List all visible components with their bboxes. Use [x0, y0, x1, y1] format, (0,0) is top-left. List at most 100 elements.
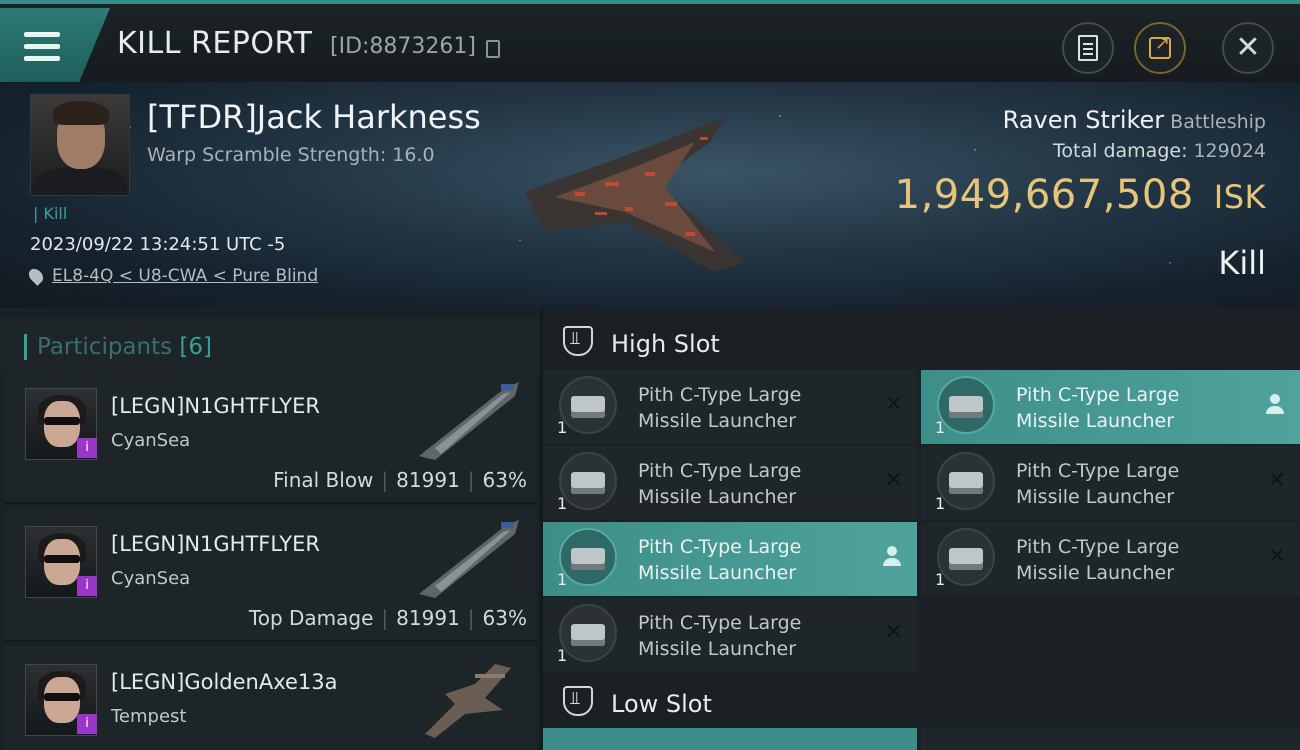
menu-button[interactable] [0, 8, 110, 82]
module-name-line1: Pith C-Type Large [638, 384, 802, 406]
module-name: Pith C-Type Large Missile Launcher [638, 382, 868, 434]
kill-tag-label: Kill [43, 204, 68, 223]
module-quantity: 1 [557, 418, 568, 437]
module-name: Pith C-Type Large Missile Launcher [1016, 458, 1246, 510]
participant-damage: 81991 [396, 468, 460, 492]
module-item[interactable]: 1 Pith C-Type Large Missile Launcher ✕ [543, 446, 917, 520]
module-name-line1: Pith C-Type Large [638, 536, 802, 558]
participant-percent: 63% [482, 468, 527, 492]
participant-ship-image [425, 664, 511, 738]
module-name: Pith C-Type Large Missile Launcher [1016, 534, 1246, 586]
menu-icon [24, 32, 60, 62]
missile-launcher-icon [559, 604, 617, 662]
destroyed-x-icon: ✕ [1267, 468, 1286, 493]
victim-portrait[interactable] [30, 94, 130, 196]
participant-percent: 63% [482, 606, 527, 630]
participant-name: [LEGN]N1GHTFLYER [111, 532, 320, 556]
module-item[interactable]: 1 Pith C-Type Large Missile Launcher ✕ [543, 370, 917, 444]
total-damage: Total damage: 129024 [1053, 140, 1266, 162]
clipboard-icon [1078, 35, 1098, 61]
info-badge[interactable]: i [77, 714, 97, 734]
kill-location[interactable]: EL8-4Q < U8-CWA < Pure Blind [26, 266, 318, 286]
participant-role: Final Blow [273, 468, 374, 492]
info-badge[interactable]: i [77, 576, 97, 596]
participants-title: Participants [6] [24, 334, 212, 360]
module-name-line2: Missile Launcher [638, 562, 797, 584]
isk-value: 1,949,667,508 ISK [895, 172, 1266, 218]
participants-count: [6] [179, 334, 213, 360]
close-button[interactable]: ✕ [1222, 22, 1274, 74]
participants-label: Participants [37, 334, 173, 360]
module-quantity: 1 [935, 570, 946, 589]
participant-ship: Tempest [111, 706, 187, 727]
module-item[interactable]: 1 Pith C-Type Large Missile Launcher ✕ [543, 598, 917, 672]
module-quantity: 1 [557, 646, 568, 665]
missile-launcher-icon [937, 452, 995, 510]
info-badge[interactable]: i [77, 438, 97, 458]
high-slot-header: High Slot [543, 312, 1300, 372]
module-name: Pith C-Type Large Missile Launcher [638, 610, 868, 662]
module-name-line2: Missile Launcher [638, 410, 797, 432]
participant-ship-image [419, 520, 519, 598]
participant-row[interactable]: i [LEGN]N1GHTFLYER CyanSea Final Blow | 81… [5, 370, 537, 504]
ship-class: Battleship [1170, 111, 1266, 133]
report-id: [ID:8873261] [330, 34, 476, 59]
kill-datetime: 2023/09/22 13:24:51 UTC -5 [30, 234, 286, 255]
module-name: Pith C-Type Large Missile Launcher [638, 458, 868, 510]
module-item[interactable]: 1 Pith C-Type Large Missile Launcher ✕ [921, 522, 1300, 596]
participant-ship-image [419, 382, 519, 460]
total-damage-label: Total damage: [1053, 140, 1188, 162]
destroyed-x-icon: ✕ [884, 392, 903, 417]
module-quantity: 1 [557, 494, 568, 513]
participant-row[interactable]: i [LEGN]N1GHTFLYER CyanSea Top Damage | 81… [5, 508, 537, 642]
participant-role: Top Damage [248, 606, 374, 630]
victim-ship-image [525, 117, 745, 272]
dropped-person-icon [881, 544, 903, 570]
module-name-line2: Missile Launcher [638, 486, 797, 508]
slot-icon [563, 326, 593, 356]
participants-panel: Participants [6] i [LEGN]N1GHTFLYER Cyan… [0, 308, 540, 750]
module-item-partial[interactable] [921, 728, 1300, 750]
module-item-partial[interactable] [543, 728, 917, 750]
top-bar: KILL REPORT [ID:8873261] ✕ [0, 0, 1300, 82]
module-quantity: 1 [935, 494, 946, 513]
module-item[interactable]: 1 Pith C-Type Large Missile Launcher [543, 522, 917, 596]
victim-name[interactable]: [TFDR]Jack Harkness [147, 98, 481, 136]
location-link[interactable]: EL8-4Q < U8-CWA < Pure Blind [52, 266, 318, 286]
module-name: Pith C-Type Large Missile Launcher [638, 534, 868, 586]
close-icon: ✕ [1235, 30, 1261, 65]
ship-name[interactable]: Raven Striker Battleship [1003, 106, 1266, 134]
participant-row[interactable]: i [LEGN]GoldenAxe13a Tempest [5, 646, 537, 750]
kill-tag: | Kill [33, 204, 68, 223]
participants-header: Participants [6] [0, 318, 540, 374]
module-name-line1: Pith C-Type Large [638, 460, 802, 482]
slot-icon [563, 686, 593, 716]
low-slot-title: Low Slot [611, 690, 712, 718]
isk-unit: ISK [1213, 178, 1266, 216]
module-name-line2: Missile Launcher [1016, 486, 1175, 508]
module-name-line2: Missile Launcher [638, 638, 797, 660]
module-name-line2: Missile Launcher [1016, 562, 1175, 584]
kill-summary: [TFDR]Jack Harkness Warp Scramble Streng… [0, 82, 1300, 308]
missile-launcher-icon [937, 528, 995, 586]
share-button[interactable] [1134, 22, 1186, 74]
module-name-line1: Pith C-Type Large [1016, 460, 1180, 482]
destroyed-x-icon: ✕ [884, 620, 903, 645]
page-title: KILL REPORT [117, 26, 313, 61]
missile-launcher-icon [559, 376, 617, 434]
copy-icon[interactable] [486, 40, 500, 58]
module-name-line1: Pith C-Type Large [1016, 536, 1180, 558]
module-name: Pith C-Type Large Missile Launcher [1016, 382, 1246, 434]
module-item[interactable]: 1 Pith C-Type Large Missile Launcher ✕ [921, 446, 1300, 520]
module-quantity: 1 [557, 570, 568, 589]
fitting-panel: High Slot 1 Pith C-Type Large Missile Lau… [543, 308, 1300, 750]
missile-launcher-icon [559, 452, 617, 510]
total-damage-value: 129024 [1193, 140, 1266, 162]
participant-ship: CyanSea [111, 430, 191, 451]
warp-scramble-strength: Warp Scramble Strength: 16.0 [147, 144, 435, 166]
clipboard-button[interactable] [1062, 22, 1114, 74]
module-item[interactable]: 1 Pith C-Type Large Missile Launcher [921, 370, 1300, 444]
module-name-line1: Pith C-Type Large [1016, 384, 1180, 406]
location-pin-icon [26, 266, 46, 286]
participant-stats: Top Damage | 81991 | 63% [248, 606, 527, 630]
